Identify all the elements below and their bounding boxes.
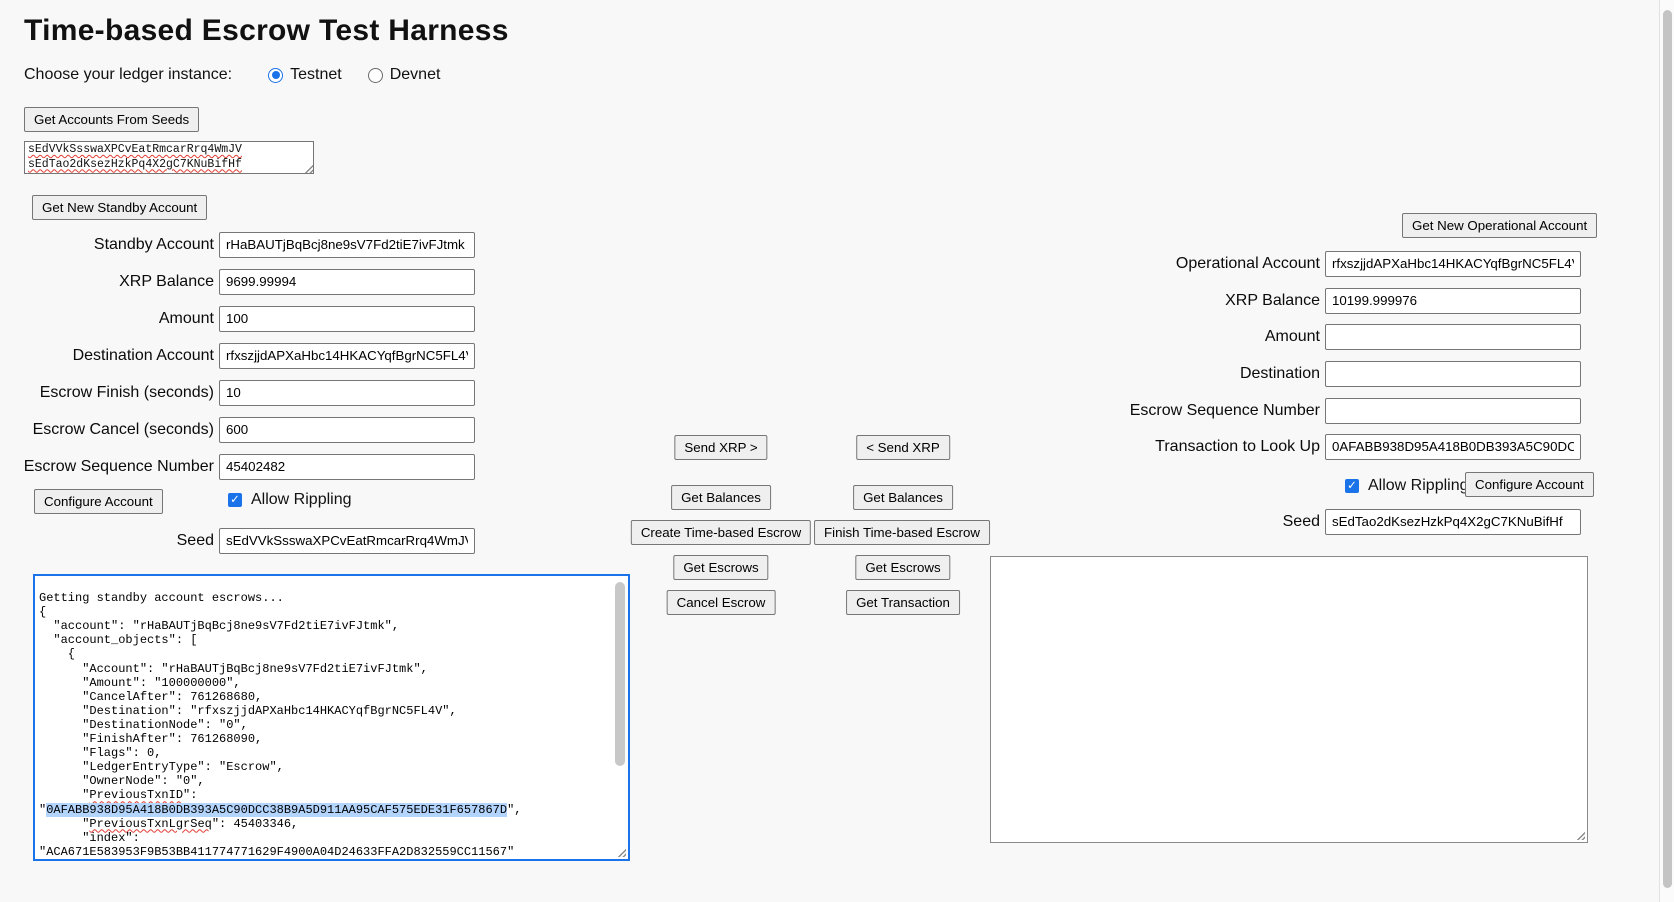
testnet-radio[interactable] bbox=[268, 68, 283, 83]
operational-results-content bbox=[991, 557, 1587, 842]
field-operational-account: Operational Account bbox=[1100, 250, 1581, 277]
standby-results-textarea[interactable]: Getting standby account escrows... { "ac… bbox=[33, 574, 630, 861]
get-balances-operational-button[interactable]: Get Balances bbox=[853, 485, 953, 510]
escrow-test-harness-page: Time-based Escrow Test Harness Choose yo… bbox=[0, 0, 1674, 902]
operational-xrp-balance-label: XRP Balance bbox=[1100, 292, 1325, 310]
page-scrollbar-thumb[interactable] bbox=[1663, 10, 1672, 888]
transaction-to-look-up-input[interactable] bbox=[1325, 434, 1581, 460]
send-xrp-to-operational-button[interactable]: Send XRP > bbox=[674, 435, 767, 460]
operational-destination-label: Destination bbox=[1100, 365, 1325, 383]
page-scrollbar[interactable] bbox=[1659, 0, 1674, 902]
cancel-escrow-button[interactable]: Cancel Escrow bbox=[667, 590, 776, 615]
field-operational-destination: Destination bbox=[1100, 360, 1581, 387]
field-transaction-to-look-up: Transaction to Look Up bbox=[1100, 433, 1581, 460]
testnet-radio-label: Testnet bbox=[290, 66, 342, 84]
get-accounts-from-seeds-button[interactable]: Get Accounts From Seeds bbox=[24, 107, 199, 132]
get-balances-standby-button[interactable]: Get Balances bbox=[671, 485, 771, 510]
standby-allow-rippling-checkbox[interactable] bbox=[228, 493, 242, 507]
standby-account-label: Standby Account bbox=[0, 236, 219, 254]
field-standby-escrow-sequence: Escrow Sequence Number bbox=[0, 453, 475, 480]
field-standby-account: Standby Account bbox=[0, 231, 475, 258]
radio-group-testnet: Testnet bbox=[268, 66, 342, 84]
standby-escrow-sequence-input[interactable] bbox=[219, 454, 475, 480]
standby-results-content: Getting standby account escrows... { "ac… bbox=[35, 576, 628, 859]
get-escrows-standby-button[interactable]: Get Escrows bbox=[673, 555, 768, 580]
standby-amount-input[interactable] bbox=[219, 306, 475, 332]
operational-seed-label: Seed bbox=[1100, 513, 1325, 531]
operational-destination-input[interactable] bbox=[1325, 361, 1581, 387]
create-time-based-escrow-button[interactable]: Create Time-based Escrow bbox=[631, 520, 811, 545]
field-standby-amount: Amount bbox=[0, 305, 475, 332]
escrow-cancel-label: Escrow Cancel (seconds) bbox=[0, 421, 219, 439]
standby-seed-input[interactable] bbox=[219, 528, 475, 554]
radio-group-devnet: Devnet bbox=[368, 66, 441, 84]
field-standby-seed: Seed bbox=[0, 527, 475, 554]
get-new-operational-account-button[interactable]: Get New Operational Account bbox=[1402, 213, 1597, 238]
operational-seed-input[interactable] bbox=[1325, 509, 1581, 535]
get-escrows-operational-button[interactable]: Get Escrows bbox=[855, 555, 950, 580]
standby-configure-account-button[interactable]: Configure Account bbox=[34, 489, 163, 514]
standby-xrp-balance-input[interactable] bbox=[219, 269, 475, 295]
field-escrow-cancel: Escrow Cancel (seconds) bbox=[0, 416, 475, 443]
devnet-radio[interactable] bbox=[368, 68, 383, 83]
field-operational-amount: Amount bbox=[1100, 323, 1581, 350]
escrow-cancel-input[interactable] bbox=[219, 417, 475, 443]
standby-amount-label: Amount bbox=[0, 310, 219, 328]
operational-account-input[interactable] bbox=[1325, 251, 1581, 277]
get-new-standby-account-button[interactable]: Get New Standby Account bbox=[32, 195, 207, 220]
standby-results-scrollbar-thumb[interactable] bbox=[615, 582, 625, 766]
field-operational-escrow-sequence: Escrow Sequence Number bbox=[1100, 397, 1581, 424]
field-operational-seed: Seed bbox=[1100, 508, 1581, 535]
escrow-finish-label: Escrow Finish (seconds) bbox=[0, 384, 219, 402]
standby-destination-label: Destination Account bbox=[0, 347, 219, 365]
ledger-instance-row: Choose your ledger instance: Testnet Dev… bbox=[24, 64, 466, 86]
field-operational-xrp-balance: XRP Balance bbox=[1100, 287, 1581, 314]
field-escrow-finish: Escrow Finish (seconds) bbox=[0, 379, 475, 406]
operational-allow-rippling-row: Allow Rippling bbox=[1345, 475, 1469, 497]
field-standby-destination: Destination Account bbox=[0, 342, 475, 369]
get-transaction-button[interactable]: Get Transaction bbox=[846, 590, 960, 615]
operational-allow-rippling-label: Allow Rippling bbox=[1368, 477, 1469, 495]
standby-account-input[interactable] bbox=[219, 232, 475, 258]
seeds-textarea[interactable]: sEdVVkSsswaXPCvEatRmcarRrq4WmJV sEdTao2d… bbox=[24, 141, 314, 174]
operational-xrp-balance-input[interactable] bbox=[1325, 288, 1581, 314]
standby-escrow-sequence-label: Escrow Sequence Number bbox=[0, 458, 219, 476]
operational-amount-input[interactable] bbox=[1325, 324, 1581, 350]
operational-allow-rippling-checkbox[interactable] bbox=[1345, 479, 1359, 493]
ledger-instance-prompt: Choose your ledger instance: bbox=[24, 66, 232, 84]
standby-destination-input[interactable] bbox=[219, 343, 475, 369]
page-title: Time-based Escrow Test Harness bbox=[24, 14, 509, 48]
escrow-finish-input[interactable] bbox=[219, 380, 475, 406]
operational-amount-label: Amount bbox=[1100, 328, 1325, 346]
operational-results-textarea[interactable] bbox=[990, 556, 1588, 843]
operational-escrow-sequence-input[interactable] bbox=[1325, 398, 1581, 424]
finish-time-based-escrow-button[interactable]: Finish Time-based Escrow bbox=[814, 520, 990, 545]
devnet-radio-label: Devnet bbox=[390, 66, 441, 84]
operational-configure-account-button[interactable]: Configure Account bbox=[1465, 472, 1594, 497]
operational-escrow-sequence-label: Escrow Sequence Number bbox=[1100, 402, 1325, 420]
operational-account-label: Operational Account bbox=[1100, 255, 1325, 273]
standby-allow-rippling-row: Allow Rippling bbox=[228, 489, 352, 511]
standby-xrp-balance-label: XRP Balance bbox=[0, 273, 219, 291]
send-xrp-to-standby-button[interactable]: < Send XRP bbox=[856, 435, 950, 460]
standby-allow-rippling-label: Allow Rippling bbox=[251, 491, 352, 509]
standby-seed-label: Seed bbox=[0, 532, 219, 550]
field-standby-xrp-balance: XRP Balance bbox=[0, 268, 475, 295]
transaction-to-look-up-label: Transaction to Look Up bbox=[1100, 438, 1325, 456]
